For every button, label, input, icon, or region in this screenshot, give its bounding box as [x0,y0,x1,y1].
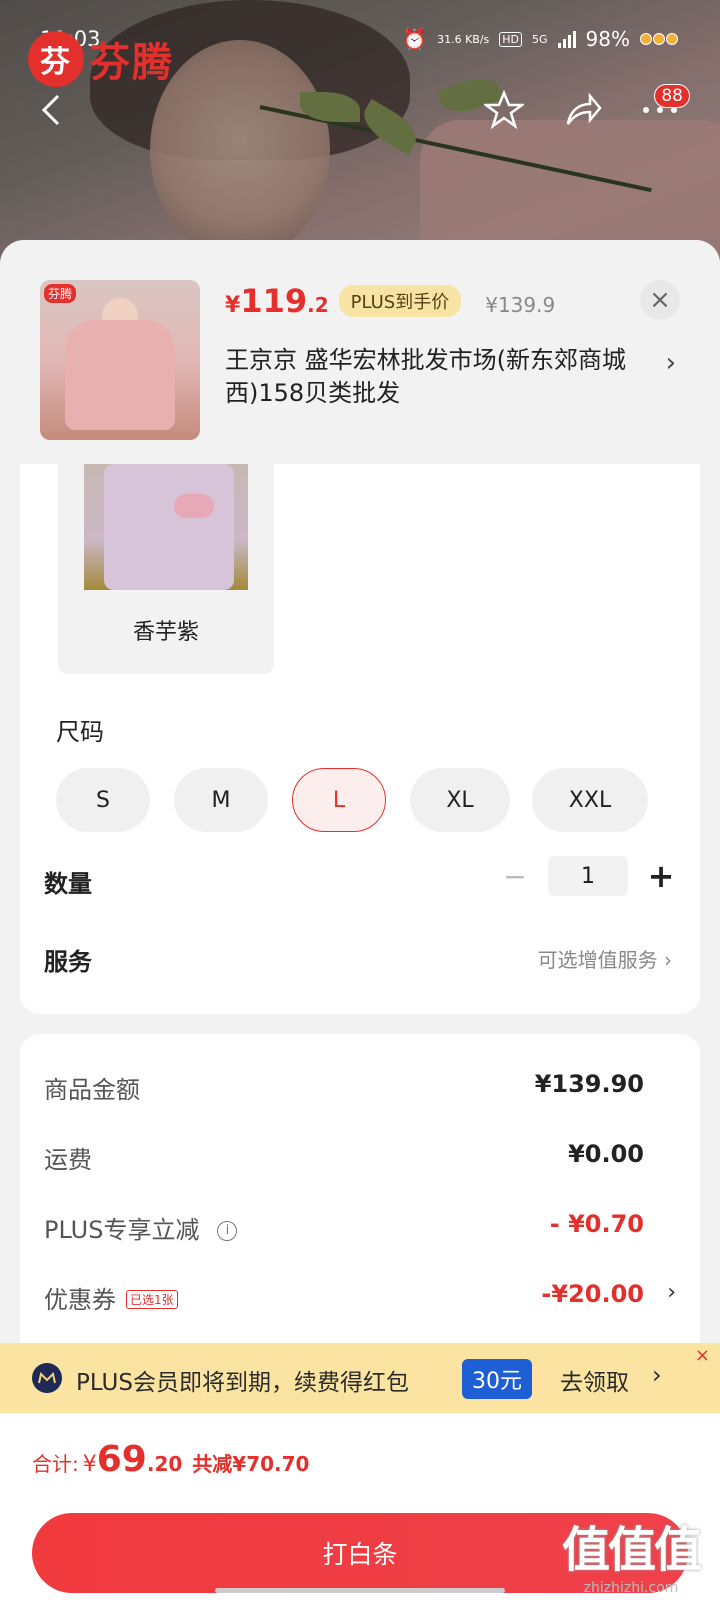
size-title: 尺码 [56,718,104,746]
chevron-right-icon[interactable]: › [652,1361,662,1389]
size-option-s[interactable]: S [56,768,150,832]
banner-text: PLUS会员即将到期，续费得红包 [76,1370,409,1396]
plus-price: ¥119.2 [225,282,329,320]
alarm-icon: ⏰ [402,27,428,51]
service-label: 服务 [44,948,92,976]
plus-discount-value: - ¥0.70 [549,1210,644,1238]
watermark: 值值值 zhizhizhi.com [561,1510,702,1596]
goods-amount-value: ¥139.90 [534,1070,644,1098]
quantity-input[interactable]: 1 [548,856,628,896]
battery-percent: 98% [585,27,630,51]
total-decimal: .20 [146,1452,183,1476]
shipping-row: 运费 ¥0.00 [44,1140,676,1180]
quantity-stepper: − 1 + [500,856,676,896]
size-option-l[interactable]: L [292,768,386,832]
home-indicator[interactable] [215,1588,505,1593]
product-thumbnail[interactable]: 芬腾 [40,280,200,440]
coupon-label: 优惠券 [44,1286,116,1314]
network-type: 5G [532,32,548,46]
coupon-value: -¥20.00 [541,1280,644,1308]
chevron-right-icon[interactable]: › [667,1280,676,1305]
total-label: 合计: [32,1452,79,1476]
back-button[interactable] [34,92,70,128]
goods-amount-label: 商品金额 [44,1076,140,1104]
close-icon[interactable]: × [695,1345,710,1366]
quantity-label: 数量 [44,870,92,898]
goods-amount-row: 商品金额 ¥139.90 [44,1070,676,1110]
plus-price-tag: PLUS到手价 [338,285,462,317]
notification-badge: 88 [654,84,690,108]
service-selector[interactable]: 可选增值服务 › [538,944,672,973]
close-icon[interactable]: × [640,280,680,320]
brand-logo-icon: 芬 [28,31,84,87]
price-summary-card: 商品金额 ¥139.90 运费 ¥0.00 PLUS专享立减 i - ¥0.70 … [20,1034,700,1364]
thumb-brand-tag: 芬腾 [44,284,77,303]
signal-icon [557,30,576,48]
color-swatch-image [84,464,248,590]
color-option-taro-purple[interactable]: 香芋紫 [58,464,274,674]
nav-actions [484,90,680,130]
watermark-url: zhizhizhi.com [583,1580,679,1596]
brand-name: 芬腾 [90,40,174,86]
chevron-left-icon [41,94,60,126]
banner-claim-link[interactable]: 去领取 [560,1363,629,1397]
price-row: ¥119.2 PLUS到手价 ¥139.9 [225,282,555,321]
shipping-label: 运费 [44,1146,92,1174]
hd-icon: HD [499,31,523,47]
share-icon[interactable] [562,90,602,130]
quantity-plus-button[interactable]: + [646,857,676,895]
info-icon[interactable]: i [217,1220,238,1241]
coupon-row[interactable]: 优惠券 已选1张 -¥20.00 › [44,1280,676,1320]
battery-icon [640,33,678,45]
shipping-value: ¥0.00 [568,1140,644,1168]
total-amount: 69 [96,1439,147,1480]
size-option-m[interactable]: M [174,768,268,832]
plus-renewal-banner[interactable]: PLUS会员即将到期，续费得红包 30元 去领取 › × [0,1343,720,1413]
size-option-xl[interactable]: XL [410,768,510,832]
star-icon[interactable] [484,90,524,130]
size-option-xxl[interactable]: XXL [532,768,648,832]
plus-discount-label: PLUS专享立减 [44,1216,200,1244]
chevron-right-icon[interactable]: › [666,348,676,378]
total-row: 合计: ¥ 69 .20 共减¥70.70 [32,1439,309,1480]
color-label: 香芋紫 [132,620,199,645]
options-card: 香芋紫 尺码 S M L XL XXL 数量 − 1 + 服务 可选增值服务 › [20,464,700,1014]
total-saved: 共减¥70.70 [192,1452,310,1476]
shop-address[interactable]: 王京京 盛华宏林批发市场(新东郊商城西)158贝类批发 [225,344,645,410]
plus-crown-icon [32,1363,62,1393]
net-speed: 31.6 KB/s [437,32,490,46]
coupon-selected-tag: 已选1张 [126,1290,178,1309]
watermark-logo: 值值值 [561,1522,702,1578]
total-currency: ¥ [82,1452,97,1477]
plus-discount-row: PLUS专享立减 i - ¥0.70 [44,1210,676,1250]
brand-logo: 芬 芬腾 [28,30,174,88]
quantity-minus-button[interactable]: − [500,860,530,893]
banner-amount: 30元 [462,1359,532,1399]
original-price: ¥139.9 [485,293,556,317]
sheet-header: 芬腾 ¥119.2 PLUS到手价 ¥139.9 × 王京京 盛华宏林批发市场(… [0,240,720,464]
